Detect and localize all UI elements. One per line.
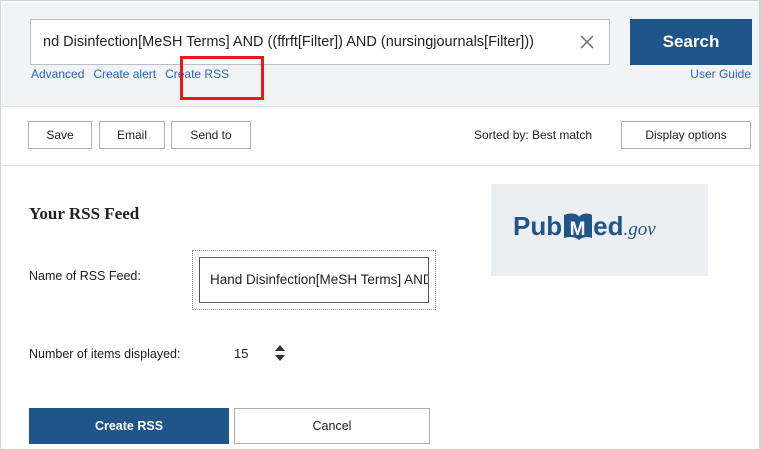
search-query-text[interactable]: nd Disinfection[MeSH Terms] AND ((ffrft[… [43,20,588,64]
create-rss-highlight [180,56,264,100]
logo-m-badge: M [562,211,593,241]
logo-gov: .gov [623,219,656,240]
email-button[interactable]: Email [99,121,165,149]
search-button[interactable]: Search [630,19,752,65]
save-button[interactable]: Save [28,121,92,149]
close-icon[interactable] [577,32,597,52]
display-options-button[interactable]: Display options [621,121,751,149]
items-count-select[interactable]: 15 [234,346,248,361]
logo-ed: ed [593,211,624,241]
results-toolbar: Save Email Send to Sorted by: Best match… [2,106,759,166]
up-down-stepper-icon[interactable] [273,344,287,362]
rss-name-label: Name of RSS Feed: [29,269,141,283]
items-count-label: Number of items displayed: [29,347,181,361]
send-to-button[interactable]: Send to [171,121,251,149]
rss-name-focus-frame: Hand Disinfection[MeSH Terms] AND ((ffrf… [192,250,436,310]
advanced-search-link[interactable]: Advanced [31,67,84,81]
pubmed-rss-page: nd Disinfection[MeSH Terms] AND ((ffrft[… [0,0,761,450]
cancel-button[interactable]: Cancel [234,408,430,444]
search-bar-region: nd Disinfection[MeSH Terms] AND ((ffrft[… [2,2,759,106]
create-rss-button[interactable]: Create RSS [29,408,229,444]
pubmed-logo-text: Pub M ed.gov [513,211,656,245]
create-alert-link[interactable]: Create alert [93,67,156,81]
user-guide-link[interactable]: User Guide [690,67,751,81]
search-input[interactable]: nd Disinfection[MeSH Terms] AND ((ffrft[… [30,19,610,65]
book-icon: M [564,213,593,240]
rss-feed-title: Your RSS Feed [29,204,140,223]
logo-m: M [570,219,586,240]
rss-name-field[interactable]: Hand Disinfection[MeSH Terms] AND ((ffrf… [199,257,429,303]
logo-pub: Pub [513,211,563,241]
pubmed-logo: Pub M ed.gov [491,184,708,276]
sort-order-label: Sorted by: Best match [474,128,593,142]
